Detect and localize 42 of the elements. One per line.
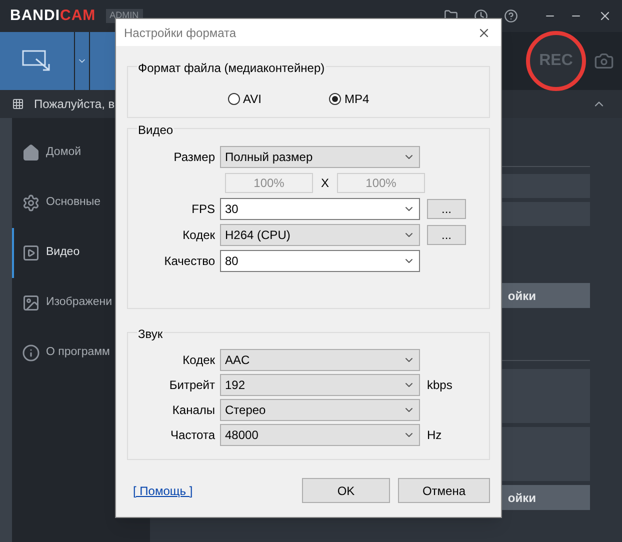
combo-box[interactable]: 30 xyxy=(220,198,420,220)
ok-button[interactable]: OK xyxy=(302,478,390,503)
field-label: Битрейт xyxy=(169,377,215,394)
unit-label: kbps xyxy=(427,377,452,394)
help-icon[interactable] xyxy=(504,9,518,23)
combo-box[interactable]: 80 xyxy=(220,250,420,272)
field-label: Размер xyxy=(174,149,215,166)
field-label: Кодек xyxy=(182,352,215,369)
times-label: X xyxy=(320,175,329,192)
camera-icon[interactable] xyxy=(594,51,614,71)
field-label: Каналы xyxy=(172,402,215,419)
dropdown[interactable]: 192 xyxy=(220,374,420,396)
dropdown[interactable]: AAC xyxy=(220,349,420,371)
home-icon xyxy=(22,144,40,162)
video-settings-icon xyxy=(22,244,40,262)
dropdown[interactable]: H264 (CPU) xyxy=(220,224,420,246)
help-link[interactable]: [ Помощь ] xyxy=(133,482,193,500)
image-settings-icon xyxy=(22,294,40,312)
grid-icon xyxy=(12,98,24,110)
field-label: FPS xyxy=(192,201,215,218)
dropdown[interactable]: Стерео xyxy=(220,399,420,421)
screen-mode-button[interactable] xyxy=(0,32,74,90)
unit-label: Hz xyxy=(427,427,442,444)
sidebar-item[interactable]: Основные xyxy=(12,178,150,228)
close-icon[interactable] xyxy=(598,9,612,23)
sidebar-item[interactable]: Изображени xyxy=(12,278,150,328)
gear-icon xyxy=(22,194,40,212)
dialog-title: Настройки формата xyxy=(124,24,236,42)
more-button[interactable]: ... xyxy=(427,199,466,219)
format-radio[interactable]: AVI xyxy=(228,90,262,108)
format-radio[interactable]: MP4 xyxy=(329,90,370,108)
field-label: Частота xyxy=(170,427,215,444)
field-label: Качество xyxy=(164,253,215,270)
dropdown[interactable]: Полный размер xyxy=(220,146,420,168)
header-text: Пожалуйста, в xyxy=(34,96,115,113)
select-area-icon xyxy=(22,50,52,72)
field-label: Кодек xyxy=(182,227,215,244)
info-icon xyxy=(22,344,40,362)
app-logo: BANDICAM xyxy=(10,6,96,26)
cancel-button[interactable]: Отмена xyxy=(398,478,490,503)
more-button[interactable]: ... xyxy=(427,225,466,245)
dropdown[interactable]: 48000 xyxy=(220,424,420,446)
